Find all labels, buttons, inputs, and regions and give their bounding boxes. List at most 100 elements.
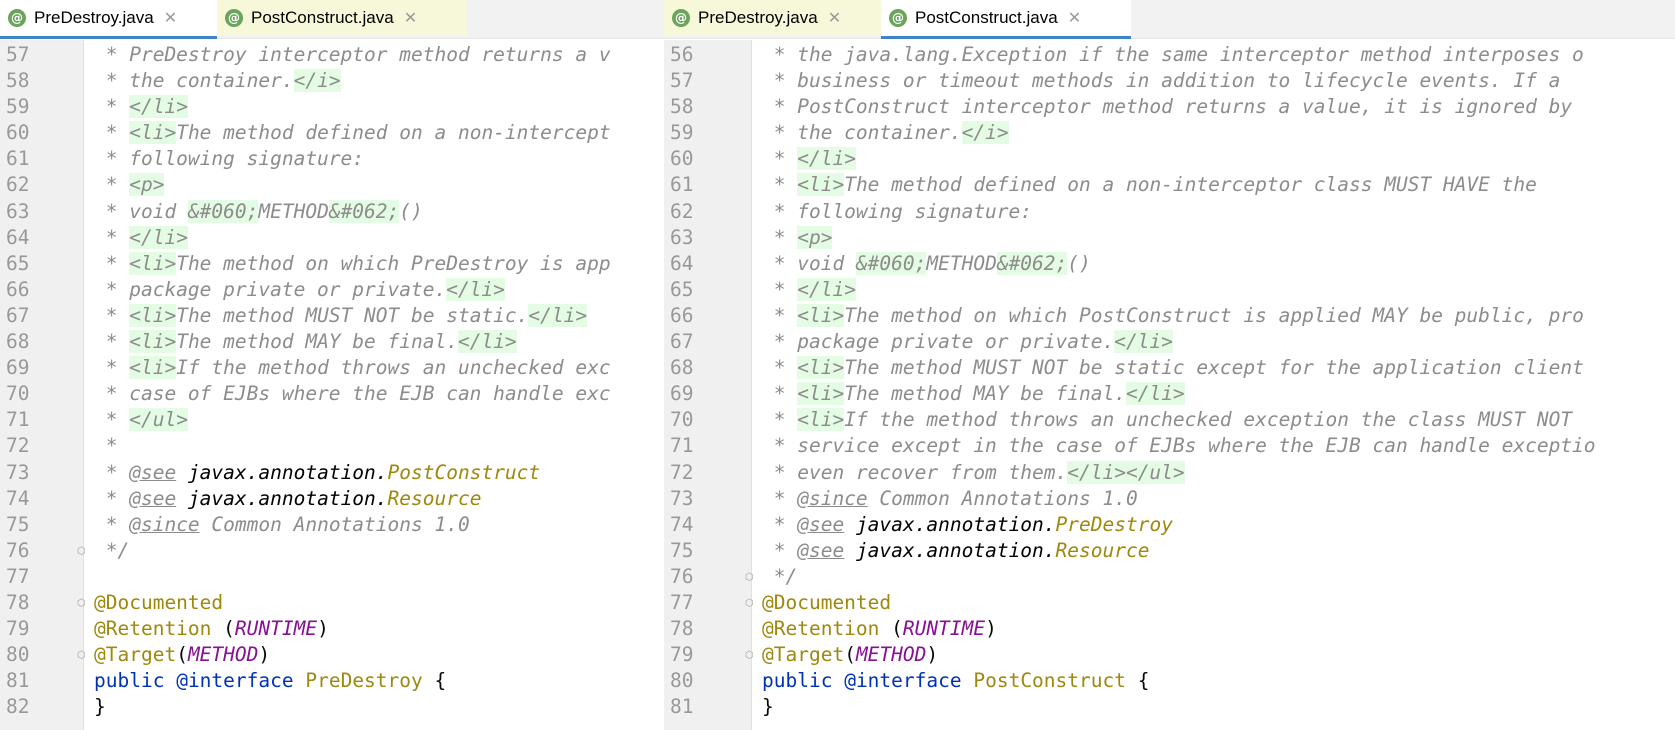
code-line[interactable]: 77 bbox=[0, 564, 664, 590]
code-line[interactable]: 61 * following signature: bbox=[0, 146, 664, 172]
code-line[interactable]: 80 public @interface PostConstruct { bbox=[664, 668, 1675, 694]
code-text: @Retention (RUNTIME) bbox=[762, 616, 997, 642]
code-line[interactable]: 72 * even recover from them.</li></ul> bbox=[664, 460, 1675, 486]
tab-postconstruct[interactable]: @ PostConstruct.java ✕ bbox=[881, 0, 1131, 39]
token-c: If the method throws an unchecked except… bbox=[844, 408, 1584, 432]
tab-predestroy[interactable]: @ PreDestroy.java ✕ bbox=[664, 0, 881, 36]
token-c: * the container. bbox=[762, 121, 962, 145]
code-line[interactable]: 65 * </li> bbox=[664, 277, 1675, 303]
code-text: * bbox=[94, 433, 118, 459]
line-number: 59 bbox=[6, 95, 30, 119]
code-line[interactable]: 79 ⬡ @Target(METHOD) bbox=[664, 642, 1675, 668]
token-plain: ( bbox=[844, 643, 856, 667]
close-icon[interactable]: ✕ bbox=[828, 8, 841, 28]
code-line[interactable]: 68 * <li>The method MUST NOT be static e… bbox=[664, 355, 1675, 381]
code-line[interactable]: 57 * business or timeout methods in addi… bbox=[664, 68, 1675, 94]
line-number: 63 bbox=[670, 225, 694, 249]
code-line[interactable]: 70 * case of EJBs where the EJB can hand… bbox=[0, 381, 664, 407]
code-line[interactable]: 78 ⬡ @Documented bbox=[0, 590, 664, 616]
code-line[interactable]: 63 * <p> bbox=[664, 225, 1675, 251]
code-line[interactable]: 58 * PostConstruct interceptor method re… bbox=[664, 94, 1675, 120]
fold-marker-icon[interactable]: ⬡ bbox=[77, 651, 87, 661]
code-line[interactable]: 81} bbox=[664, 694, 1675, 720]
close-icon[interactable]: ✕ bbox=[404, 8, 417, 28]
code-line[interactable]: 77 ⬡ @Documented bbox=[664, 590, 1675, 616]
token-ann: @Documented bbox=[94, 590, 224, 614]
code-line[interactable]: 59 * the container.</i> bbox=[664, 120, 1675, 146]
code-line[interactable]: 62 * following signature: bbox=[664, 199, 1675, 225]
token-tag: </li> bbox=[797, 277, 856, 301]
close-icon[interactable]: ✕ bbox=[1068, 8, 1081, 28]
tab-postconstruct[interactable]: @ PostConstruct.java ✕ bbox=[217, 0, 467, 36]
code-line[interactable]: 73 * @see javax.annotation.PostConstruct bbox=[0, 460, 664, 486]
code-line[interactable]: 76 ⬡ */ bbox=[0, 538, 664, 564]
fold-marker-icon[interactable]: ⬡ bbox=[77, 598, 87, 609]
code-line[interactable]: 72 * bbox=[0, 433, 664, 459]
code-text: * </ul> bbox=[94, 407, 188, 433]
code-line[interactable]: 82} bbox=[0, 694, 664, 720]
fold-marker-icon[interactable]: ⬡ bbox=[745, 598, 755, 609]
code-line[interactable]: 81 public @interface PreDestroy { bbox=[0, 668, 664, 694]
token-c: * void bbox=[94, 199, 188, 223]
code-line[interactable]: 66 * package private or private.</li> bbox=[0, 277, 664, 303]
token-c: * bbox=[762, 225, 798, 249]
code-line[interactable]: 65 * <li>The method on which PreDestroy … bbox=[0, 251, 664, 277]
fold-marker-icon[interactable]: ⬡ bbox=[745, 572, 755, 583]
code-editor[interactable]: 57 * PreDestroy interceptor method retur… bbox=[0, 42, 664, 720]
code-line[interactable]: 57 * PreDestroy interceptor method retur… bbox=[0, 42, 664, 68]
code-line[interactable]: 61 * <li>The method defined on a non-int… bbox=[664, 172, 1675, 198]
code-text: * even recover from them.</li></ul> bbox=[762, 460, 1185, 486]
fold-marker-icon[interactable]: ⬡ bbox=[77, 546, 87, 557]
token-c: The method MUST NOT be static. bbox=[176, 303, 529, 327]
code-line[interactable]: 64 * </li> bbox=[0, 225, 664, 251]
token-c: * bbox=[762, 356, 798, 380]
code-line[interactable]: 76 ⬡ */ bbox=[664, 564, 1675, 590]
code-line[interactable]: 73 * @since Common Annotations 1.0 bbox=[664, 486, 1675, 512]
code-line[interactable]: 75 * @see javax.annotation.Resource bbox=[664, 538, 1675, 564]
code-line[interactable]: 60 * <li>The method defined on a non-int… bbox=[0, 120, 664, 146]
code-line[interactable]: 80 ⬡ @Target(METHOD) bbox=[0, 642, 664, 668]
token-c: () bbox=[399, 199, 423, 223]
token-c: * service except in the case of EJBs whe… bbox=[762, 434, 1596, 458]
code-line[interactable]: 69 * <li>The method MAY be final.</li> bbox=[664, 381, 1675, 407]
token-c: () bbox=[1067, 251, 1091, 275]
code-editor[interactable]: 56 * the java.lang.Exception if the same… bbox=[664, 42, 1675, 720]
code-line[interactable]: 64 * void &#060;METHOD&#062;() bbox=[664, 251, 1675, 277]
code-line[interactable]: 74 * @see javax.annotation.PreDestroy bbox=[664, 512, 1675, 538]
code-line[interactable]: 63 * void &#060;METHOD&#062;() bbox=[0, 199, 664, 225]
token-c: * bbox=[762, 486, 798, 510]
code-line[interactable]: 67 * package private or private.</li> bbox=[664, 329, 1675, 355]
code-text: * <li>If the method throws an unchecked … bbox=[762, 407, 1584, 433]
code-line[interactable]: 68 * <li>The method MAY be final.</li> bbox=[0, 329, 664, 355]
token-tag: <li> bbox=[129, 303, 177, 327]
code-line[interactable]: 66 * <li>The method on which PostConstru… bbox=[664, 303, 1675, 329]
tab-label: PostConstruct.java bbox=[915, 8, 1058, 27]
code-line[interactable]: 59 * </li> bbox=[0, 94, 664, 120]
code-text: * @see javax.annotation.Resource bbox=[762, 538, 1150, 564]
editor-pane-right: @ PreDestroy.java ✕ @ PostConstruct.java… bbox=[664, 0, 1675, 730]
code-line[interactable]: 70 * <li>If the method throws an uncheck… bbox=[664, 407, 1675, 433]
code-line[interactable]: 79 @Retention (RUNTIME) bbox=[0, 616, 664, 642]
code-line[interactable]: 71 * </ul> bbox=[0, 407, 664, 433]
code-line[interactable]: 67 * <li>The method MUST NOT be static.<… bbox=[0, 303, 664, 329]
code-line[interactable]: 62 * <p> bbox=[0, 172, 664, 198]
token-c: * bbox=[762, 382, 798, 406]
code-line[interactable]: 56 * the java.lang.Exception if the same… bbox=[664, 42, 1675, 68]
line-number: 82 bbox=[6, 695, 30, 719]
code-line[interactable]: 78 @Retention (RUNTIME) bbox=[664, 616, 1675, 642]
code-line[interactable]: 58 * the container.</i> bbox=[0, 68, 664, 94]
token-c: The method on which PreDestroy is app bbox=[176, 251, 611, 275]
token-tag: </i> bbox=[293, 69, 341, 93]
code-line[interactable]: 60 * </li> bbox=[664, 146, 1675, 172]
code-text: * </li> bbox=[762, 277, 856, 303]
code-line[interactable]: 74 * @see javax.annotation.Resource bbox=[0, 486, 664, 512]
code-line[interactable]: 69 * <li>If the method throws an uncheck… bbox=[0, 355, 664, 381]
close-icon[interactable]: ✕ bbox=[164, 8, 177, 28]
code-text: * <li>The method MAY be final.</li> bbox=[94, 329, 517, 355]
code-line[interactable]: 71 * service except in the case of EJBs … bbox=[664, 433, 1675, 459]
annotation-type-icon: @ bbox=[672, 9, 690, 27]
code-line[interactable]: 75 * @since Common Annotations 1.0 bbox=[0, 512, 664, 538]
line-number: 66 bbox=[670, 303, 694, 327]
tab-predestroy[interactable]: @ PreDestroy.java ✕ bbox=[0, 0, 217, 39]
fold-marker-icon[interactable]: ⬡ bbox=[745, 651, 755, 661]
